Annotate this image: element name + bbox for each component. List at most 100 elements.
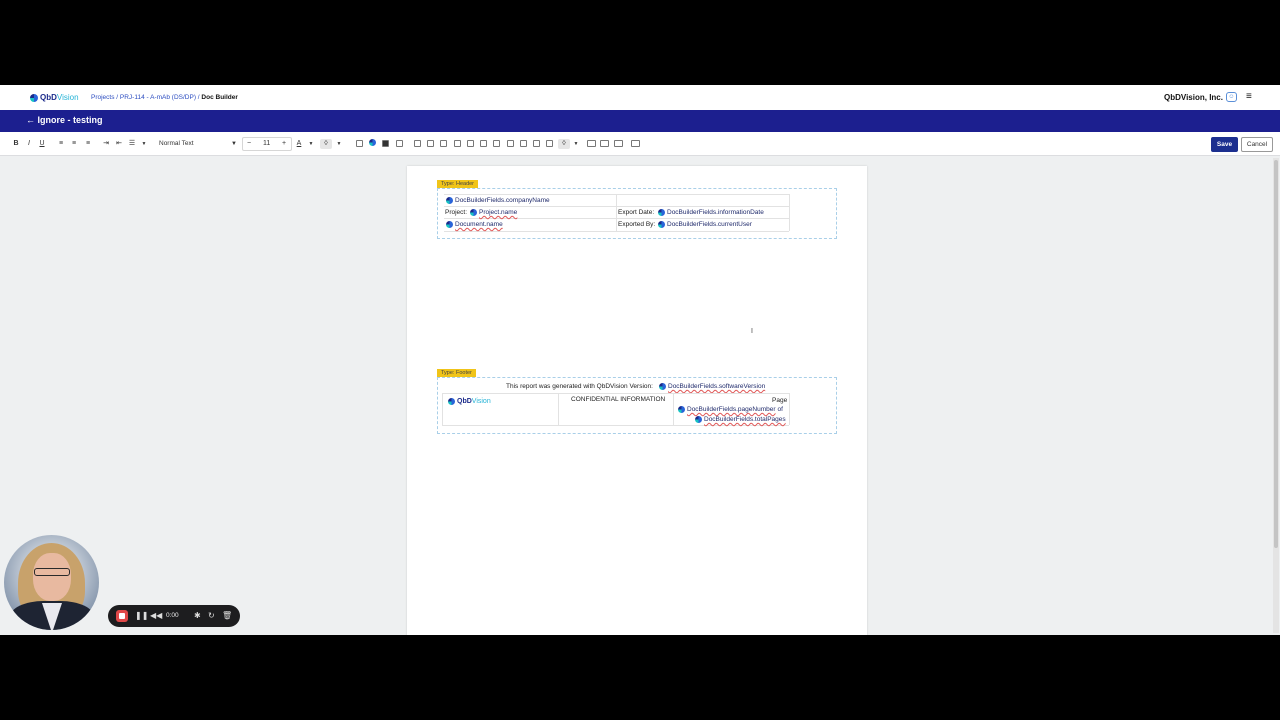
document-page[interactable]: Type: Header DocBuilderFields.companyNam…: [407, 166, 867, 635]
company-name-field[interactable]: DocBuilderFields.companyName: [446, 196, 550, 205]
rewind-icon[interactable]: ◀◀: [150, 610, 162, 622]
exported-by-label: Exported By:: [618, 221, 656, 228]
table-tool-icon[interactable]: [427, 140, 434, 147]
table-tool-icon[interactable]: [507, 140, 514, 147]
pause-icon[interactable]: ❚❚: [135, 610, 148, 622]
italic-button[interactable]: I: [26, 139, 32, 149]
font-size-stepper[interactable]: − 11 +: [242, 137, 292, 151]
webcam-glasses: [34, 568, 70, 576]
field-label: DocBuilderFields.totalPages: [704, 416, 786, 423]
table-tool-icon[interactable]: [414, 140, 421, 147]
logo-text-vision: Vision: [56, 93, 79, 102]
bold-button[interactable]: B: [13, 139, 19, 149]
cell-fill-chevron-icon[interactable]: ▼: [573, 139, 579, 149]
footer-logo: QbD Vision: [448, 397, 491, 406]
highlight-color-icon[interactable]: ◊: [320, 139, 332, 149]
draw-tool-icon[interactable]: ✱: [194, 610, 201, 622]
font-size-decrease-button[interactable]: −: [247, 138, 251, 150]
insert-image-icon[interactable]: [356, 140, 363, 147]
qbdvision-logo-icon: [30, 93, 38, 102]
font-color-button[interactable]: A: [295, 139, 303, 149]
breadcrumb: Projects / PRJ-114 - A-mAb (DS/DP) / Doc…: [91, 94, 238, 101]
export-date-field[interactable]: DocBuilderFields.informationDate: [658, 208, 764, 217]
save-button[interactable]: Save: [1211, 137, 1238, 152]
font-size-value[interactable]: 11: [263, 138, 270, 150]
align-left-icon[interactable]: ≡: [57, 139, 65, 149]
company-name: QbDVision, Inc.: [1164, 93, 1223, 102]
header-section-icon[interactable]: [587, 140, 596, 147]
underline-button[interactable]: U: [39, 139, 45, 149]
text-style-value: Normal Text: [159, 140, 194, 147]
hamburger-menu-icon[interactable]: ≡: [1246, 92, 1252, 102]
table-border: [442, 393, 443, 425]
breadcrumb-project-link[interactable]: PRJ-114 - A-mAb (DS/DP): [120, 94, 196, 101]
qbd-field-icon: [678, 406, 685, 413]
insert-table-icon[interactable]: [382, 140, 389, 147]
font-size-increase-button[interactable]: +: [282, 138, 286, 150]
recording-timer: 0:00: [166, 612, 179, 619]
confidential-text: CONFIDENTIAL INFORMATION: [571, 396, 666, 403]
copy-icon[interactable]: [631, 140, 640, 147]
table-border: [558, 393, 559, 425]
scrollbar-thumb[interactable]: [1274, 160, 1278, 548]
table-border: [789, 194, 790, 231]
webcam-preview[interactable]: [4, 535, 99, 630]
field-label: DocBuilderFields.companyName: [455, 197, 550, 204]
header-type-tag: Type: Header: [437, 180, 479, 188]
table-tool-icon[interactable]: [533, 140, 540, 147]
table-tool-icon[interactable]: [480, 140, 487, 147]
cancel-button[interactable]: Cancel: [1241, 137, 1273, 152]
align-justify-icon[interactable]: ≡: [84, 139, 92, 149]
app-window: QbD Vision Projects / PRJ-114 - A-mAb (DS…: [0, 85, 1280, 635]
header-region[interactable]: DocBuilderFields.companyName Project: Pr…: [437, 188, 837, 239]
table-tool-icon[interactable]: [546, 140, 553, 147]
font-color-chevron-icon[interactable]: ▼: [308, 139, 314, 149]
exported-by-field[interactable]: DocBuilderFields.currentUser: [658, 220, 752, 229]
robot-assistant-icon[interactable]: ☺: [1226, 92, 1237, 102]
qbd-field-icon: [446, 197, 453, 204]
outdent-icon[interactable]: ⇤: [115, 139, 123, 149]
project-name-field[interactable]: Project.name: [470, 208, 517, 217]
total-pages-field[interactable]: DocBuilderFields.totalPages: [695, 415, 786, 424]
delete-icon[interactable]: 🗑: [222, 610, 232, 622]
cell-fill-icon[interactable]: ◊: [558, 139, 570, 149]
field-label: DocBuilderFields.pageNumber: [687, 406, 776, 413]
table-tool-icon[interactable]: [520, 140, 527, 147]
breadcrumb-projects-link[interactable]: Projects: [91, 94, 114, 101]
footer-section-icon[interactable]: [614, 140, 623, 147]
highlight-chevron-icon[interactable]: ▼: [336, 139, 342, 149]
table-border: [616, 194, 617, 231]
qbd-field-icon: [470, 209, 477, 216]
document-name-field[interactable]: Document.name: [446, 220, 503, 229]
breadcrumb-current: Doc Builder: [201, 94, 238, 101]
list-dropdown-chevron-icon[interactable]: ▼: [141, 139, 147, 149]
stop-recording-button[interactable]: [116, 610, 128, 622]
software-version-field[interactable]: DocBuilderFields.softwareVersion: [659, 382, 765, 391]
table-border: [442, 425, 789, 426]
table-tool-icon[interactable]: [493, 140, 500, 147]
qbd-field-icon: [446, 221, 453, 228]
text-cursor-icon: I: [751, 328, 753, 335]
table-tool-icon[interactable]: [440, 140, 447, 147]
text-style-select[interactable]: Normal Text ▼: [159, 138, 239, 150]
restart-icon[interactable]: ↻: [208, 610, 215, 622]
page-number-field[interactable]: DocBuilderFields.pageNumber of: [678, 405, 783, 414]
table-border: [442, 393, 789, 394]
body-section-icon[interactable]: [600, 140, 609, 147]
insert-qbd-field-icon[interactable]: [368, 139, 377, 149]
table-border: [673, 393, 674, 425]
back-link[interactable]: ← Ignore - testing: [26, 115, 103, 125]
insert-grid-icon[interactable]: [396, 140, 403, 147]
footer-type-tag: Type: Footer: [437, 369, 476, 377]
indent-icon[interactable]: ⇥: [102, 139, 110, 149]
field-label: Project.name: [479, 209, 518, 216]
generated-with-text: This report was generated with QbDVision…: [506, 383, 653, 390]
qbdvision-logo[interactable]: QbD Vision: [30, 93, 79, 102]
table-tool-icon[interactable]: [467, 140, 474, 147]
numbered-list-icon[interactable]: ☰: [128, 139, 136, 149]
vertical-scrollbar[interactable]: [1273, 158, 1279, 633]
align-center-icon[interactable]: ≡: [70, 139, 78, 149]
footer-region[interactable]: This report was generated with QbDVision…: [437, 377, 837, 434]
logo-text-vision: Vision: [471, 398, 491, 405]
table-tool-icon[interactable]: [454, 140, 461, 147]
